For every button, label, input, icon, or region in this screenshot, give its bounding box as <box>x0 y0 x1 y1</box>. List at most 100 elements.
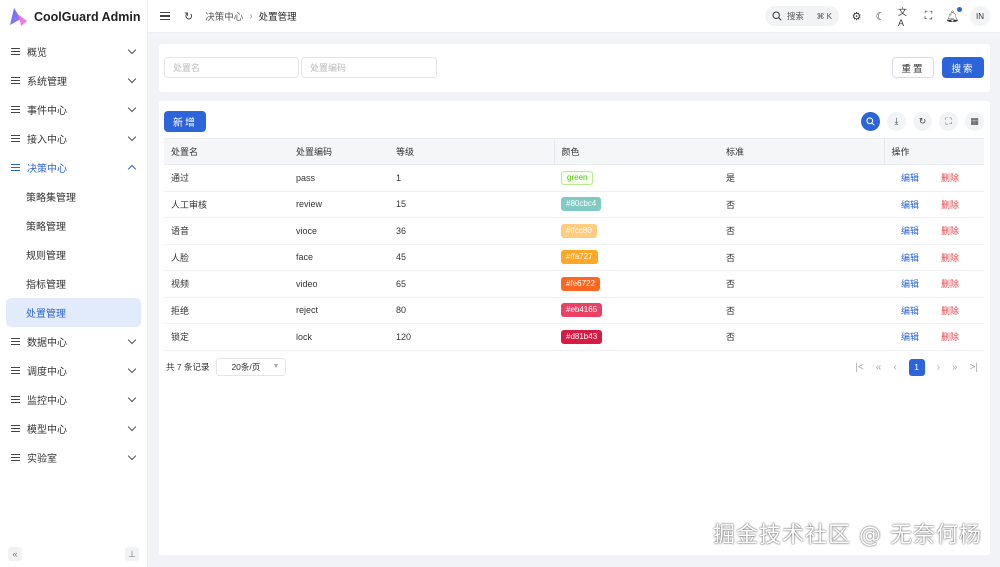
table-panel: 新增 ⤓ ↻ ⛶ ▦ 处置名 处置编码 等级 颜色 标准 操作 通过 pass 1 g… <box>159 101 990 555</box>
page-number-current[interactable]: 1 <box>908 358 925 376</box>
menu-toggle-icon[interactable] <box>160 12 170 20</box>
cell-code: reject <box>289 297 389 324</box>
global-search[interactable]: 搜索 ⌘ K <box>765 6 839 26</box>
color-tag: #d81b43 <box>561 329 603 344</box>
cell-code: vioce <box>289 217 389 245</box>
chevron-down-icon <box>127 74 137 84</box>
sidebar-item[interactable]: 决策中心 <box>0 153 147 182</box>
cell-name: 锁定 <box>164 323 289 351</box>
sidebar-item-label: 事件中心 <box>27 106 67 117</box>
edit-button[interactable]: 编辑 <box>901 173 919 183</box>
cell-actions: 编辑 删除 <box>884 164 984 192</box>
next-group-icon[interactable]: » <box>952 362 958 373</box>
cell-actions: 编辑 删除 <box>884 270 984 298</box>
toggle-search-icon[interactable] <box>861 112 880 131</box>
menu-icon <box>11 366 20 375</box>
edit-button[interactable]: 编辑 <box>901 253 919 263</box>
sidebar-subitem[interactable]: 指标管理 <box>0 269 147 298</box>
dark-mode-icon[interactable]: ☾ <box>874 10 887 23</box>
sidebar-item-label: 模型中心 <box>27 425 67 436</box>
breadcrumb-separator-icon: › <box>249 10 253 22</box>
sidebar-item[interactable]: 实验室 <box>0 443 147 472</box>
expand-icon[interactable]: ⛶ <box>939 112 958 131</box>
reload-icon[interactable]: ↻ <box>913 112 932 131</box>
cell-level: 1 <box>389 164 554 192</box>
sidebar-item[interactable]: 系统管理 <box>0 66 147 95</box>
sidebar-subitem[interactable]: 策略管理 <box>0 211 147 240</box>
delete-button[interactable]: 删除 <box>941 173 959 183</box>
color-tag: #eb4165 <box>561 303 603 318</box>
cell-name: 语音 <box>164 217 289 245</box>
sidebar-item[interactable]: 调度中心 <box>0 356 147 385</box>
chevron-up-icon <box>127 164 137 174</box>
delete-button[interactable]: 删除 <box>941 306 959 316</box>
download-icon[interactable]: ⤓ <box>887 112 906 131</box>
app-logo[interactable]: CoolGuard Admin <box>0 0 147 33</box>
search-button[interactable]: 搜索 <box>942 57 984 78</box>
sidebar-item[interactable]: 概览 <box>0 37 147 66</box>
disposal-code-input[interactable]: 处置编码 <box>301 57 437 78</box>
column-header-color[interactable]: 颜色 <box>553 138 719 165</box>
sidebar-subitem[interactable]: 规则管理 <box>0 240 147 269</box>
delete-button[interactable]: 删除 <box>941 226 959 236</box>
delete-button[interactable]: 删除 <box>941 279 959 289</box>
column-header-level[interactable]: 等级 <box>389 138 554 165</box>
first-page-icon[interactable]: |< <box>855 362 863 373</box>
add-button[interactable]: 新增 <box>164 111 206 132</box>
column-header-name[interactable]: 处置名 <box>164 138 289 165</box>
refresh-icon[interactable]: ↻ <box>184 10 193 23</box>
header-actions: 搜索 ⌘ K ⚙ ☾ 文A ⛶ 🔔︎ IN <box>765 6 1000 28</box>
delete-button[interactable]: 删除 <box>941 200 959 210</box>
edit-button[interactable]: 编辑 <box>901 279 919 289</box>
sidebar-item[interactable]: 事件中心 <box>0 95 147 124</box>
edit-button[interactable]: 编辑 <box>901 200 919 210</box>
fullscreen-icon[interactable]: ⛶ <box>922 10 935 23</box>
prev-page-icon[interactable]: ‹ <box>893 362 896 373</box>
menu-icon <box>11 134 20 143</box>
cell-standard: 否 <box>719 297 884 324</box>
avatar[interactable]: IN <box>970 6 990 26</box>
sidebar-subitem[interactable]: 处置管理 <box>6 298 141 327</box>
sidebar-item[interactable]: 监控中心 <box>0 385 147 414</box>
bell-icon[interactable]: 🔔︎ <box>946 6 962 23</box>
cell-level: 80 <box>389 297 554 324</box>
delete-button[interactable]: 删除 <box>941 332 959 342</box>
edit-button[interactable]: 编辑 <box>901 226 919 236</box>
cell-name: 通过 <box>164 164 289 192</box>
logo-icon <box>10 7 27 26</box>
sidebar-item-label: 决策中心 <box>27 164 67 175</box>
reset-button[interactable]: 重置 <box>892 57 934 78</box>
column-header-actions: 操作 <box>883 138 984 165</box>
columns-icon[interactable]: ▦ <box>965 112 984 131</box>
table-row: 通过 pass 1 green 是 编辑 删除 <box>164 164 984 192</box>
sidebar-item[interactable]: 数据中心 <box>0 327 147 356</box>
filter-panel: 处置名 处置编码 重置 搜索 <box>159 44 990 92</box>
column-header-code[interactable]: 处置编码 <box>289 138 389 165</box>
prev-group-icon[interactable]: « <box>876 362 882 373</box>
sidebar-item-label: 数据中心 <box>27 338 67 349</box>
color-tag: #ffcc80 <box>561 223 597 238</box>
color-tag: green <box>561 170 594 185</box>
cell-level: 65 <box>389 270 554 298</box>
last-page-icon[interactable]: >| <box>970 362 978 373</box>
next-page-icon[interactable]: › <box>937 362 940 373</box>
sidebar-item[interactable]: 接入中心 <box>0 124 147 153</box>
sidebar-subitem[interactable]: 策略集管理 <box>0 182 147 211</box>
sidebar-item[interactable]: 模型中心 <box>0 414 147 443</box>
color-tag: #80cbc4 <box>561 197 602 212</box>
breadcrumb-parent[interactable]: 决策中心 <box>205 9 243 23</box>
cell-standard: 否 <box>719 323 884 351</box>
column-header-standard[interactable]: 标准 <box>719 138 884 165</box>
edit-button[interactable]: 编辑 <box>901 306 919 316</box>
cell-level: 45 <box>389 244 554 271</box>
edit-button[interactable]: 编辑 <box>901 332 919 342</box>
delete-button[interactable]: 删除 <box>941 253 959 263</box>
translate-icon[interactable]: 文A <box>898 7 911 28</box>
page-size-select[interactable]: 20条/页 ▼ <box>216 358 287 376</box>
settings-icon[interactable]: ⚙ <box>850 10 863 23</box>
pin-icon[interactable]: ⊥ <box>125 547 139 561</box>
disposal-name-input[interactable]: 处置名 <box>164 57 299 78</box>
collapse-sidebar-button[interactable]: « <box>8 547 22 561</box>
chevron-down-icon <box>127 103 137 113</box>
total-count: 共 7 条记录 <box>166 362 210 372</box>
